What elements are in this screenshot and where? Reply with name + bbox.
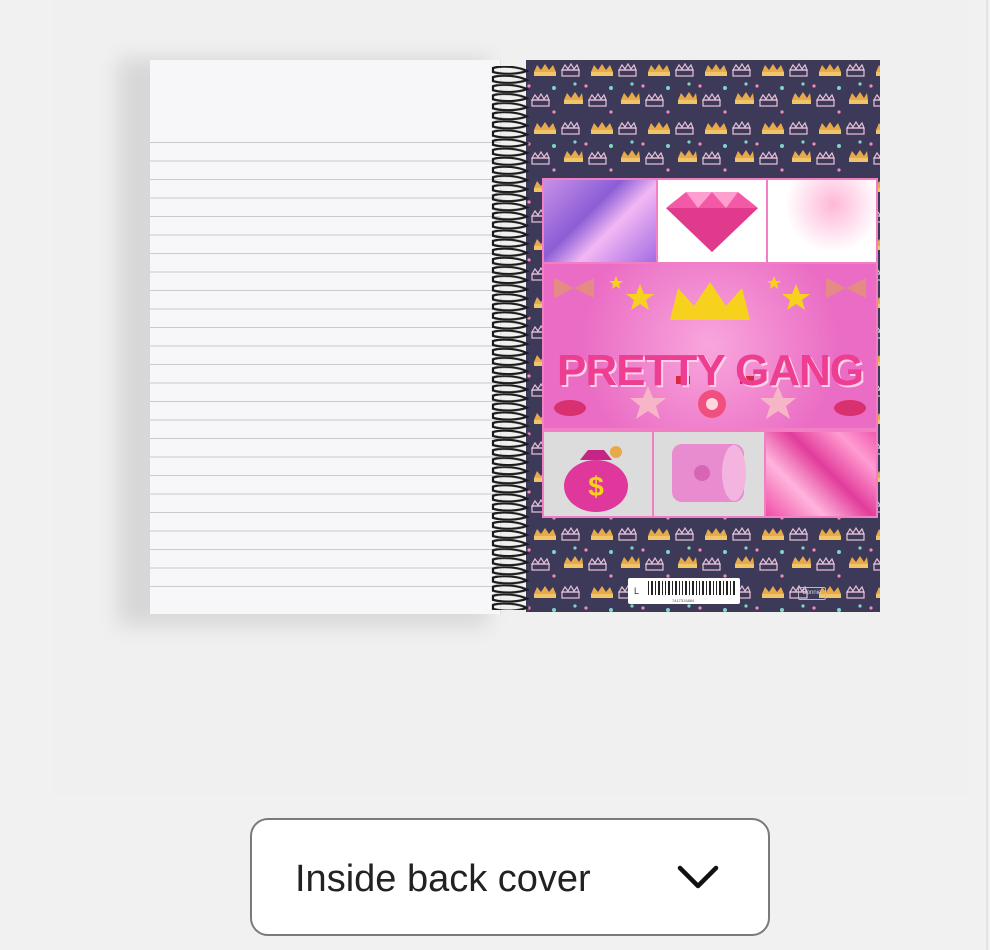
lined-page: [150, 60, 501, 614]
svg-text:$: $: [588, 471, 604, 502]
barcode-icon: [648, 581, 735, 595]
money-bag-image: $: [544, 432, 652, 516]
glitter-banner: PRETTY GANG: [544, 264, 876, 428]
brand-tag: Bonnie: [798, 587, 826, 600]
spiral-binding: [489, 66, 531, 610]
scrollbar-track[interactable]: [986, 0, 988, 950]
pink-diamond-image: [658, 180, 766, 262]
chevron-down-icon: [677, 865, 719, 889]
page-footer-margin: [150, 598, 500, 614]
barcode-label: L 7417315884: [628, 578, 740, 604]
cash-roll-image: [654, 432, 764, 516]
pink-gems-image: [768, 180, 876, 262]
barcode-letter: L: [634, 586, 640, 596]
view-selector-value: Inside back cover: [295, 858, 591, 900]
barcode-number: 7417315884: [672, 598, 695, 603]
amethyst-crystal-image: [544, 180, 656, 262]
pink-crystal-image: [766, 432, 876, 516]
cover-title: PRETTY GANG: [556, 346, 864, 395]
page-header-margin: [150, 60, 500, 136]
cover-artwork-panel: PRETTY GANG $: [542, 178, 878, 518]
view-selector-dropdown[interactable]: Inside back cover: [250, 818, 770, 936]
